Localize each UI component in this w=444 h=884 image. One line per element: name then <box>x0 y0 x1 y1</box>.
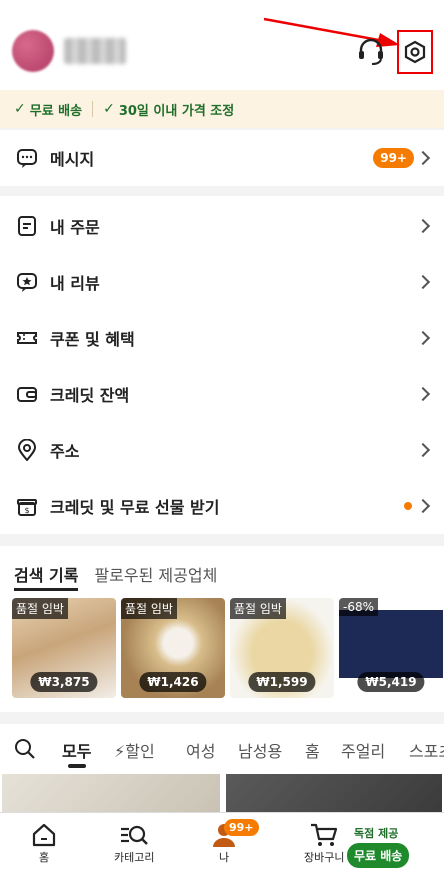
history-tabs: 검색 기록 팔로우된 제공업체 <box>14 562 217 591</box>
stock-tag: 품절 임박 <box>230 598 286 619</box>
promo-label: 독점 제공 <box>354 827 399 840</box>
active-tab-indicator <box>68 764 86 768</box>
menu-label: 내 주문 <box>50 218 100 237</box>
history-item[interactable]: 품절 임박 ₩3,875 <box>12 598 116 698</box>
username-blurred[interactable] <box>64 38 126 64</box>
nav-label: 홈 <box>38 851 50 864</box>
tab-home[interactable]: 홈 <box>305 738 320 762</box>
chevron-right-icon <box>415 330 431 346</box>
me-badge: 99+ <box>224 819 259 836</box>
stock-tag: 품절 임박 <box>121 598 177 619</box>
category-search-icon <box>121 825 149 845</box>
tab-all[interactable]: 모두 <box>62 738 91 762</box>
history-item[interactable]: 품절 임박 ₩1,426 <box>121 598 225 698</box>
check-icon: ✓ <box>103 101 115 117</box>
tab-search-history[interactable]: 검색 기록 <box>14 562 79 591</box>
price-label: ₩1,599 <box>248 672 316 692</box>
chevron-right-icon <box>415 442 431 458</box>
price-label: ₩3,875 <box>30 672 98 692</box>
menu-item-credit-gifts[interactable]: $ 크레딧 및 무료 선물 받기 <box>0 478 444 534</box>
product-feed <box>0 774 444 814</box>
location-icon <box>17 439 37 461</box>
chevron-right-icon <box>415 386 431 402</box>
bottom-nav: 홈 카테고리 나 99+ 장바구니 독점 제공 무료 배송 <box>0 812 444 884</box>
tab-sale[interactable]: ⚡할인 <box>114 738 155 762</box>
product-image[interactable] <box>226 774 442 814</box>
nav-label: 카테고리 <box>114 851 155 864</box>
price-label: ₩5,419 <box>357 672 425 692</box>
chevron-right-icon <box>415 274 431 290</box>
stock-tag: 품절 임박 <box>12 598 68 619</box>
menu-item-credit-balance[interactable]: 크레딧 잔액 <box>0 366 444 422</box>
chat-icon <box>17 149 37 168</box>
coupon-icon <box>17 332 37 344</box>
headset-icon[interactable] <box>356 36 386 66</box>
menu-item-address[interactable]: 주소 <box>0 422 444 478</box>
menu-item-reviews[interactable]: 내 리뷰 <box>0 254 444 310</box>
menu-label: 내 리뷰 <box>50 274 100 293</box>
order-icon <box>18 216 36 236</box>
profile-header <box>0 0 444 90</box>
unread-badge: 99+ <box>373 148 414 168</box>
history-item[interactable]: 품절 임박 ₩1,599 <box>230 598 334 698</box>
price-label: ₩1,426 <box>139 672 207 692</box>
settings-button[interactable] <box>397 30 433 74</box>
discount-tag: -68% <box>339 598 379 616</box>
history-item[interactable]: -68% ₩5,419 <box>339 598 443 698</box>
search-icon[interactable] <box>14 738 36 760</box>
gift-icon: $ <box>17 499 37 516</box>
menu-item-coupons[interactable]: 쿠폰 및 혜택 <box>0 310 444 366</box>
lightning-icon: ⚡ <box>114 742 126 761</box>
price-adjust-label: 30일 이내 가격 조정 <box>118 103 235 119</box>
history-section: 검색 기록 팔로우된 제공업체 품절 임박 ₩3,875 품절 임박 ₩1,42… <box>0 546 444 712</box>
tab-jewelry[interactable]: 주얼리 <box>341 738 385 762</box>
nav-home[interactable]: 홈 <box>30 821 58 865</box>
menu-label: 크레딧 및 무료 선물 받기 <box>50 498 220 517</box>
free-shipping-badge[interactable]: 무료 배송 <box>347 843 410 868</box>
wallet-icon <box>17 387 37 402</box>
nav-cart[interactable]: 장바구니 <box>304 821 344 865</box>
notification-dot <box>404 502 412 510</box>
avatar[interactable] <box>12 30 54 72</box>
menu-item-orders[interactable]: 내 주문 <box>0 198 444 254</box>
check-icon: ✓ <box>14 101 26 117</box>
settings-icon <box>404 40 426 64</box>
category-tabs: 모두 ⚡할인 여성 남성용 홈 주얼리 스포츠 <box>0 724 444 774</box>
svg-text:$: $ <box>24 506 29 515</box>
menu-item-messages[interactable]: 메시지 99+ <box>0 130 444 186</box>
nav-category[interactable]: 카테고리 <box>114 821 154 865</box>
nav-label: 장바구니 <box>304 851 345 864</box>
home-icon <box>32 823 56 847</box>
chevron-right-icon <box>415 218 431 234</box>
free-shipping-label: 무료 배송 <box>29 103 83 119</box>
divider <box>92 101 94 117</box>
benefit-bar[interactable]: ✓ 무료 배송 ✓ 30일 이내 가격 조정 <box>0 90 444 128</box>
nav-label: 나 <box>218 851 230 864</box>
menu-label: 쿠폰 및 혜택 <box>50 330 135 349</box>
tab-followed-vendors[interactable]: 팔로우된 제공업체 <box>94 562 217 591</box>
account-page: ✓ 무료 배송 ✓ 30일 이내 가격 조정 메시지 99+ 내 주문 내 리뷰… <box>0 0 444 884</box>
chevron-right-icon <box>415 150 431 166</box>
menu-label: 주소 <box>50 442 80 461</box>
cart-icon <box>311 823 338 846</box>
tab-sports[interactable]: 스포츠 <box>409 738 444 762</box>
tab-label: 할인 <box>125 742 155 761</box>
product-image[interactable] <box>2 774 220 814</box>
review-icon <box>17 273 37 292</box>
tab-women[interactable]: 여성 <box>186 738 215 762</box>
chevron-right-icon <box>415 498 431 514</box>
menu-label: 메시지 <box>50 150 95 169</box>
menu-label: 크레딧 잔액 <box>50 386 130 405</box>
tab-men[interactable]: 남성용 <box>238 738 282 762</box>
